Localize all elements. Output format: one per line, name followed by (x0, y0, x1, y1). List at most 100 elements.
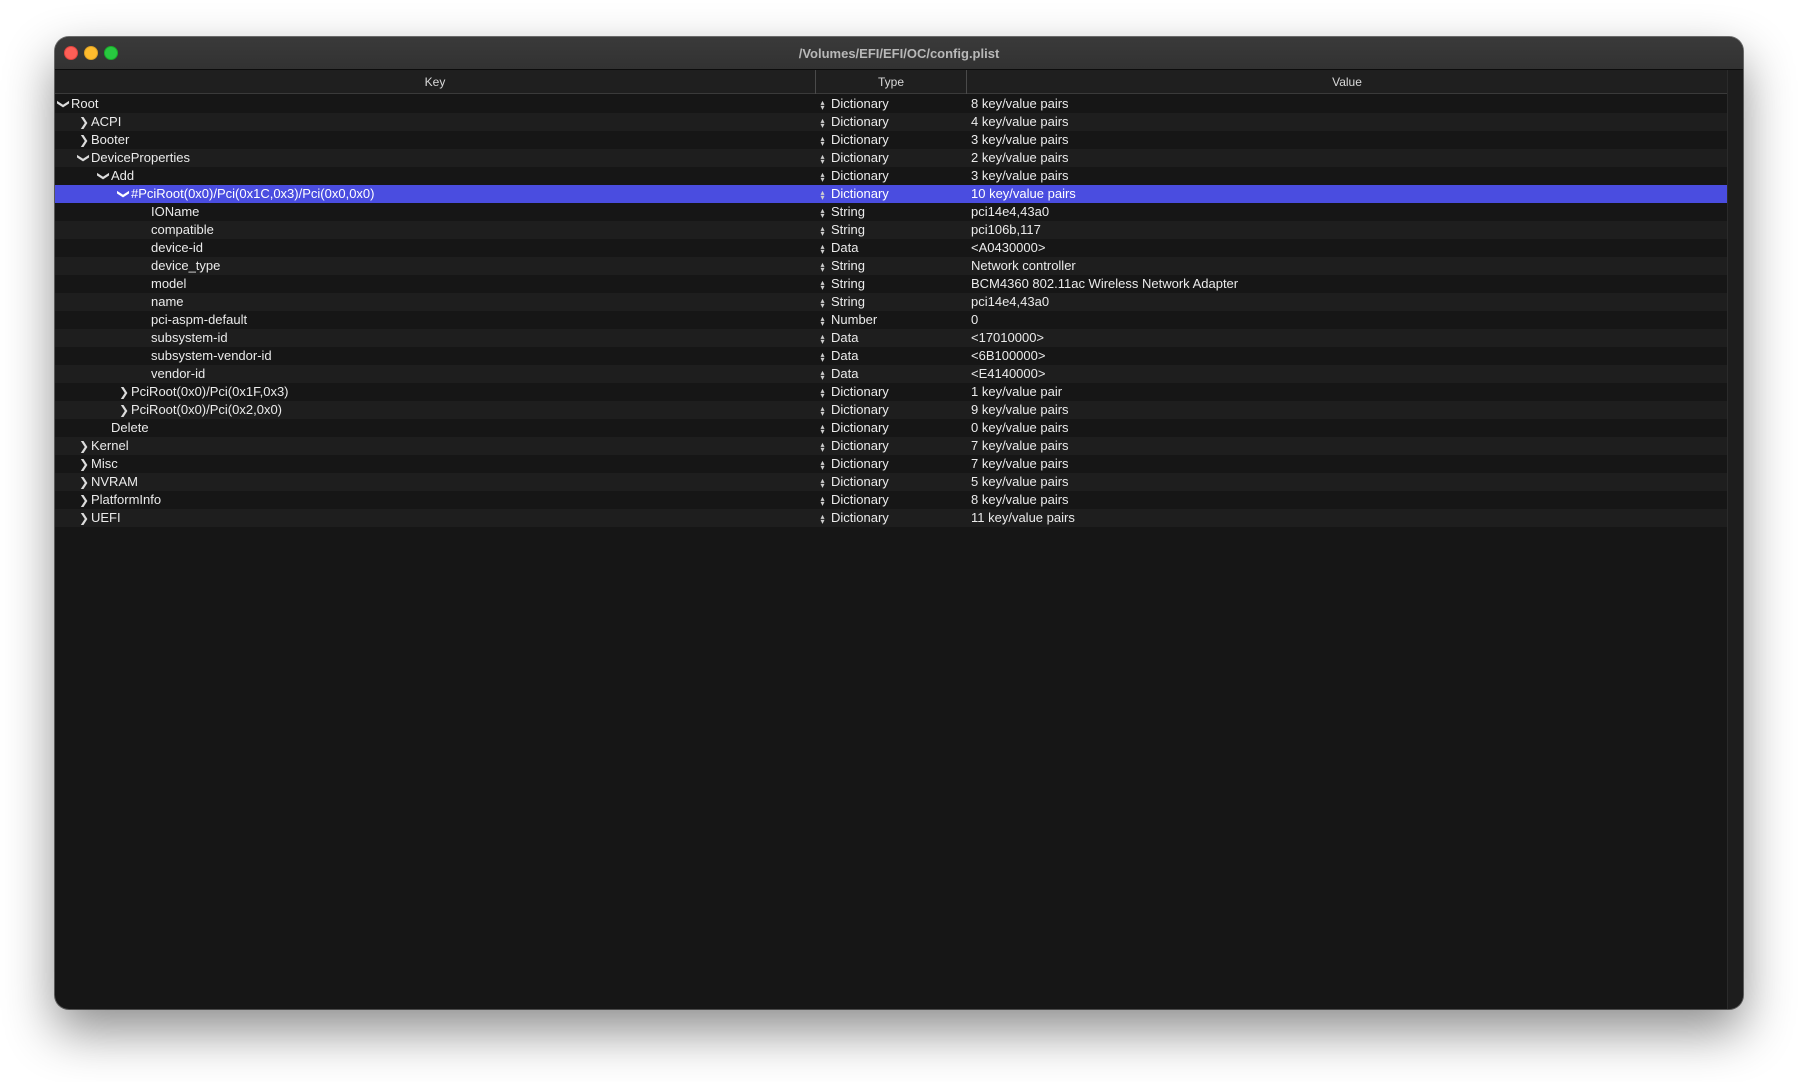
disclosure-closed-icon[interactable]: ❯ (77, 455, 91, 473)
key-cell[interactable]: ❯ NVRAM (55, 473, 815, 491)
key-cell[interactable]: ❯DeviceProperties (55, 149, 815, 167)
type-popup[interactable]: ▴ ▾ Dictionary (818, 455, 966, 473)
type-popup[interactable]: ▴ ▾ Dictionary (818, 113, 966, 131)
table-row[interactable]: ❯DeviceProperties ▴ ▾ Dictionary 2 key/value… (55, 149, 1727, 167)
table-row[interactable]: ❯subsystem-vendor-id ▴▾ Data <6B100000> (55, 347, 1727, 365)
type-popup[interactable]: ▴ ▾ Dictionary (818, 491, 966, 509)
type-popup[interactable]: ▴ ▾ Dictionary (818, 131, 966, 149)
table-row[interactable]: ❯compatible ▴▾ String pci106b,117 (55, 221, 1727, 239)
value-cell[interactable]: 9 key/value pairs (971, 401, 1721, 419)
disclosure-open-icon[interactable]: ❯ (115, 187, 133, 201)
key-cell[interactable]: ❯compatible (55, 221, 815, 239)
type-popup[interactable]: ▴ ▾ Dictionary (818, 185, 966, 203)
disclosure-closed-icon[interactable]: ❯ (77, 473, 91, 491)
table-row[interactable]: ❯ Kernel ▴ ▾ Dictionary 7 key/value pairs (55, 437, 1727, 455)
key-cell[interactable]: ❯ Misc (55, 455, 815, 473)
value-cell[interactable]: 8 key/value pairs (971, 491, 1721, 509)
value-cell[interactable]: 4 key/value pairs (971, 113, 1721, 131)
type-popup[interactable]: ▴ ▾ Data (818, 365, 966, 383)
vertical-scrollbar[interactable] (1727, 70, 1743, 1009)
value-cell[interactable]: 2 key/value pairs (971, 149, 1721, 167)
key-cell[interactable]: ❯device_type (55, 257, 815, 275)
value-cell[interactable]: <17010000> (971, 329, 1721, 347)
column-header-type[interactable]: Type (816, 70, 966, 94)
value-cell[interactable]: 5 key/value pairs (971, 473, 1721, 491)
table-row[interactable]: ❯Delete ▴▾ Dictionary 0 key/value pairs (55, 419, 1727, 437)
key-cell[interactable]: ❯model (55, 275, 815, 293)
disclosure-closed-icon[interactable]: ❯ (77, 509, 91, 527)
value-cell[interactable]: 10 key/value pairs (971, 185, 1721, 203)
disclosure-open-icon[interactable]: ❯ (75, 151, 93, 165)
table-row[interactable]: ❯ PciRoot(0x0)/Pci(0x1F,0x3) ▴ ▾ Dictionary 1… (55, 383, 1727, 401)
type-popup[interactable]: ▴ ▾ String (818, 293, 966, 311)
table-row[interactable]: ❯IOName ▴▾ String pci14e4,43a0 (55, 203, 1727, 221)
value-cell[interactable]: 11 key/value pairs (971, 509, 1721, 527)
value-cell[interactable]: 0 key/value pairs (971, 419, 1721, 437)
table-row[interactable]: ❯Root ▴ ▾ Dictionary 8 key/value pairs (55, 95, 1727, 113)
value-cell[interactable]: Network controller (971, 257, 1721, 275)
key-cell[interactable]: ❯#PciRoot(0x0)/Pci(0x1C,0x3)/Pci(0x0,0x0… (55, 185, 815, 203)
key-cell[interactable]: ❯Add (55, 167, 815, 185)
type-popup[interactable]: ▴ ▾ Data (818, 347, 966, 365)
value-cell[interactable]: 7 key/value pairs (971, 455, 1721, 473)
type-popup[interactable]: ▴ ▾ Number (818, 311, 966, 329)
key-cell[interactable]: ❯ Booter (55, 131, 815, 149)
type-popup[interactable]: ▴ ▾ Dictionary (818, 401, 966, 419)
table-row[interactable]: ❯subsystem-id ▴▾ Data <17010000> (55, 329, 1727, 347)
value-cell[interactable]: BCM4360 802.11ac Wireless Network Adapte… (971, 275, 1721, 293)
disclosure-closed-icon[interactable]: ❯ (77, 491, 91, 509)
value-cell[interactable]: pci14e4,43a0 (971, 203, 1721, 221)
table-row[interactable]: ❯pci-aspm-default ▴▾ Number 0 (55, 311, 1727, 329)
type-popup[interactable]: ▴ ▾ Dictionary (818, 95, 966, 113)
table-row[interactable]: ❯device_type ▴▾ String Network controller (55, 257, 1727, 275)
value-cell[interactable]: <6B100000> (971, 347, 1721, 365)
key-cell[interactable]: ❯subsystem-id (55, 329, 815, 347)
table-row[interactable]: ❯ NVRAM ▴ ▾ Dictionary 5 key/value pairs (55, 473, 1727, 491)
type-popup[interactable]: ▴ ▾ Dictionary (818, 383, 966, 401)
key-cell[interactable]: ❯device-id (55, 239, 815, 257)
column-header-value[interactable]: Value (967, 70, 1727, 94)
disclosure-closed-icon[interactable]: ❯ (117, 383, 131, 401)
value-cell[interactable]: 7 key/value pairs (971, 437, 1721, 455)
key-cell[interactable]: ❯ PciRoot(0x0)/Pci(0x1F,0x3) (55, 383, 815, 401)
value-cell[interactable]: pci106b,117 (971, 221, 1721, 239)
type-popup[interactable]: ▴ ▾ Dictionary (818, 437, 966, 455)
disclosure-open-icon[interactable]: ❯ (95, 169, 113, 183)
type-popup[interactable]: ▴ ▾ String (818, 221, 966, 239)
value-cell[interactable]: 3 key/value pairs (971, 131, 1721, 149)
type-popup[interactable]: ▴ ▾ Dictionary (818, 473, 966, 491)
key-cell[interactable]: ❯Root (55, 95, 815, 113)
table-row[interactable]: ❯ ACPI ▴ ▾ Dictionary 4 key/value pairs (55, 113, 1727, 131)
type-popup[interactable]: ▴ ▾ Dictionary (818, 149, 966, 167)
value-cell[interactable]: 8 key/value pairs (971, 95, 1721, 113)
value-cell[interactable]: <E4140000> (971, 365, 1721, 383)
key-cell[interactable]: ❯ UEFI (55, 509, 815, 527)
table-row[interactable]: ❯Add ▴ ▾ Dictionary 3 key/value pairs (55, 167, 1727, 185)
value-cell[interactable]: 3 key/value pairs (971, 167, 1721, 185)
type-popup[interactable]: ▴ ▾ String (818, 257, 966, 275)
disclosure-closed-icon[interactable]: ❯ (117, 401, 131, 419)
type-popup[interactable]: ▴ ▾ Dictionary (818, 167, 966, 185)
type-popup[interactable]: ▴ ▾ String (818, 203, 966, 221)
key-cell[interactable]: ❯name (55, 293, 815, 311)
table-row[interactable]: ❯ Misc ▴ ▾ Dictionary 7 key/value pairs (55, 455, 1727, 473)
key-cell[interactable]: ❯IOName (55, 203, 815, 221)
value-cell[interactable]: 0 (971, 311, 1721, 329)
disclosure-closed-icon[interactable]: ❯ (77, 131, 91, 149)
value-cell[interactable]: 1 key/value pair (971, 383, 1721, 401)
type-popup[interactable]: ▴ ▾ Data (818, 239, 966, 257)
type-popup[interactable]: ▴ ▾ String (818, 275, 966, 293)
key-cell[interactable]: ❯ Kernel (55, 437, 815, 455)
key-cell[interactable]: ❯vendor-id (55, 365, 815, 383)
key-cell[interactable]: ❯ PciRoot(0x0)/Pci(0x2,0x0) (55, 401, 815, 419)
table-row[interactable]: ❯device-id ▴▾ Data <A0430000> (55, 239, 1727, 257)
type-popup[interactable]: ▴ ▾ Dictionary (818, 419, 966, 437)
table-row[interactable]: ❯vendor-id ▴▾ Data <E4140000> (55, 365, 1727, 383)
table-row[interactable]: ❯model ▴▾ String BCM4360 802.11ac Wireless … (55, 275, 1727, 293)
column-header-key[interactable]: Key (55, 70, 815, 94)
value-cell[interactable]: pci14e4,43a0 (971, 293, 1721, 311)
disclosure-closed-icon[interactable]: ❯ (77, 437, 91, 455)
table-row[interactable]: ❯ UEFI ▴ ▾ Dictionary 11 key/value pairs (55, 509, 1727, 527)
type-popup[interactable]: ▴ ▾ Data (818, 329, 966, 347)
table-row[interactable]: ❯ Booter ▴ ▾ Dictionary 3 key/value pairs (55, 131, 1727, 149)
